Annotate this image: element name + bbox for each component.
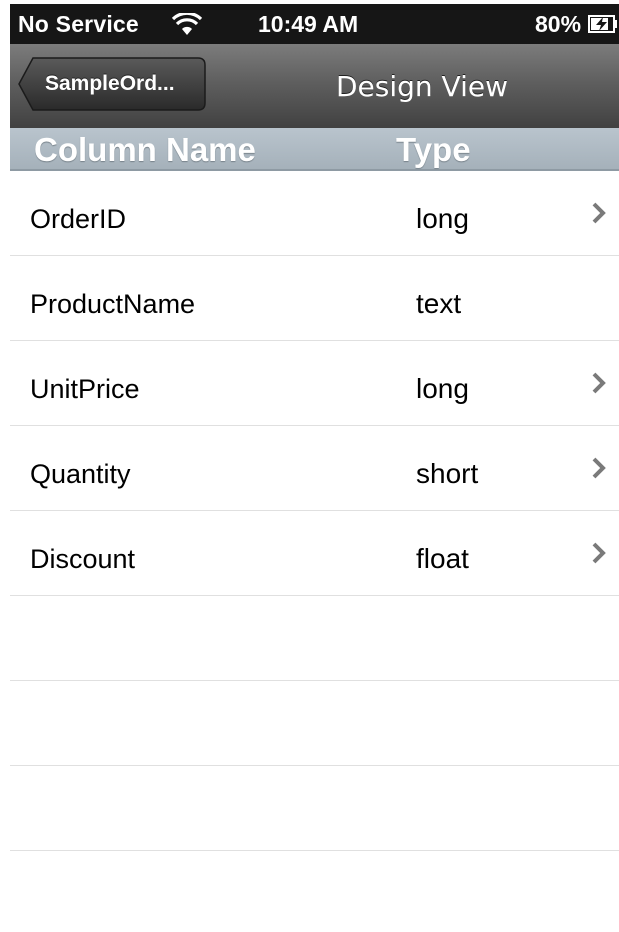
status-time: 10:49 AM <box>258 11 359 37</box>
chevron-right-icon <box>591 202 607 229</box>
table-row[interactable]: UnitPrice long <box>10 341 619 426</box>
battery-charging-icon <box>588 15 618 38</box>
battery-percentage: 80% <box>535 11 582 37</box>
table-row[interactable]: Quantity short <box>10 426 619 511</box>
back-button-label: SampleOrd... <box>45 72 175 95</box>
column-name-cell: UnitPrice <box>30 374 140 404</box>
wifi-icon <box>171 11 203 42</box>
empty-table-row <box>10 596 619 681</box>
column-name-cell: Discount <box>30 544 136 574</box>
column-type-cell: long <box>416 373 469 404</box>
table-row[interactable]: OrderID long <box>10 171 619 256</box>
chevron-right-icon <box>591 457 607 484</box>
empty-table-row <box>10 681 619 766</box>
column-name-cell: Quantity <box>30 459 131 489</box>
page-title: Design View <box>335 70 509 103</box>
back-button[interactable]: SampleOrd... <box>18 57 206 111</box>
table-row[interactable]: ProductName text <box>10 256 619 341</box>
type-header: Type <box>396 131 471 168</box>
column-name-header: Column Name <box>34 131 256 168</box>
column-type-cell: float <box>416 543 469 574</box>
columns-table: OrderID long ProductName text UnitPrice … <box>10 171 619 851</box>
table-row[interactable]: Discount float <box>10 511 619 596</box>
empty-table-row <box>10 766 619 851</box>
column-name-cell: OrderID <box>30 204 127 234</box>
column-header-bar: Column Name Type <box>10 128 619 171</box>
column-type-cell: short <box>416 458 479 489</box>
column-type-cell: long <box>416 203 469 234</box>
chevron-right-icon <box>591 372 607 399</box>
column-type-cell: text <box>416 288 462 319</box>
chevron-right-icon <box>591 542 607 569</box>
column-name-cell: ProductName <box>30 289 196 319</box>
carrier-label: No Service <box>18 11 139 37</box>
status-bar: No Service 10:49 AM 80% <box>10 4 619 44</box>
navigation-bar: SampleOrd... Design View <box>10 44 619 129</box>
